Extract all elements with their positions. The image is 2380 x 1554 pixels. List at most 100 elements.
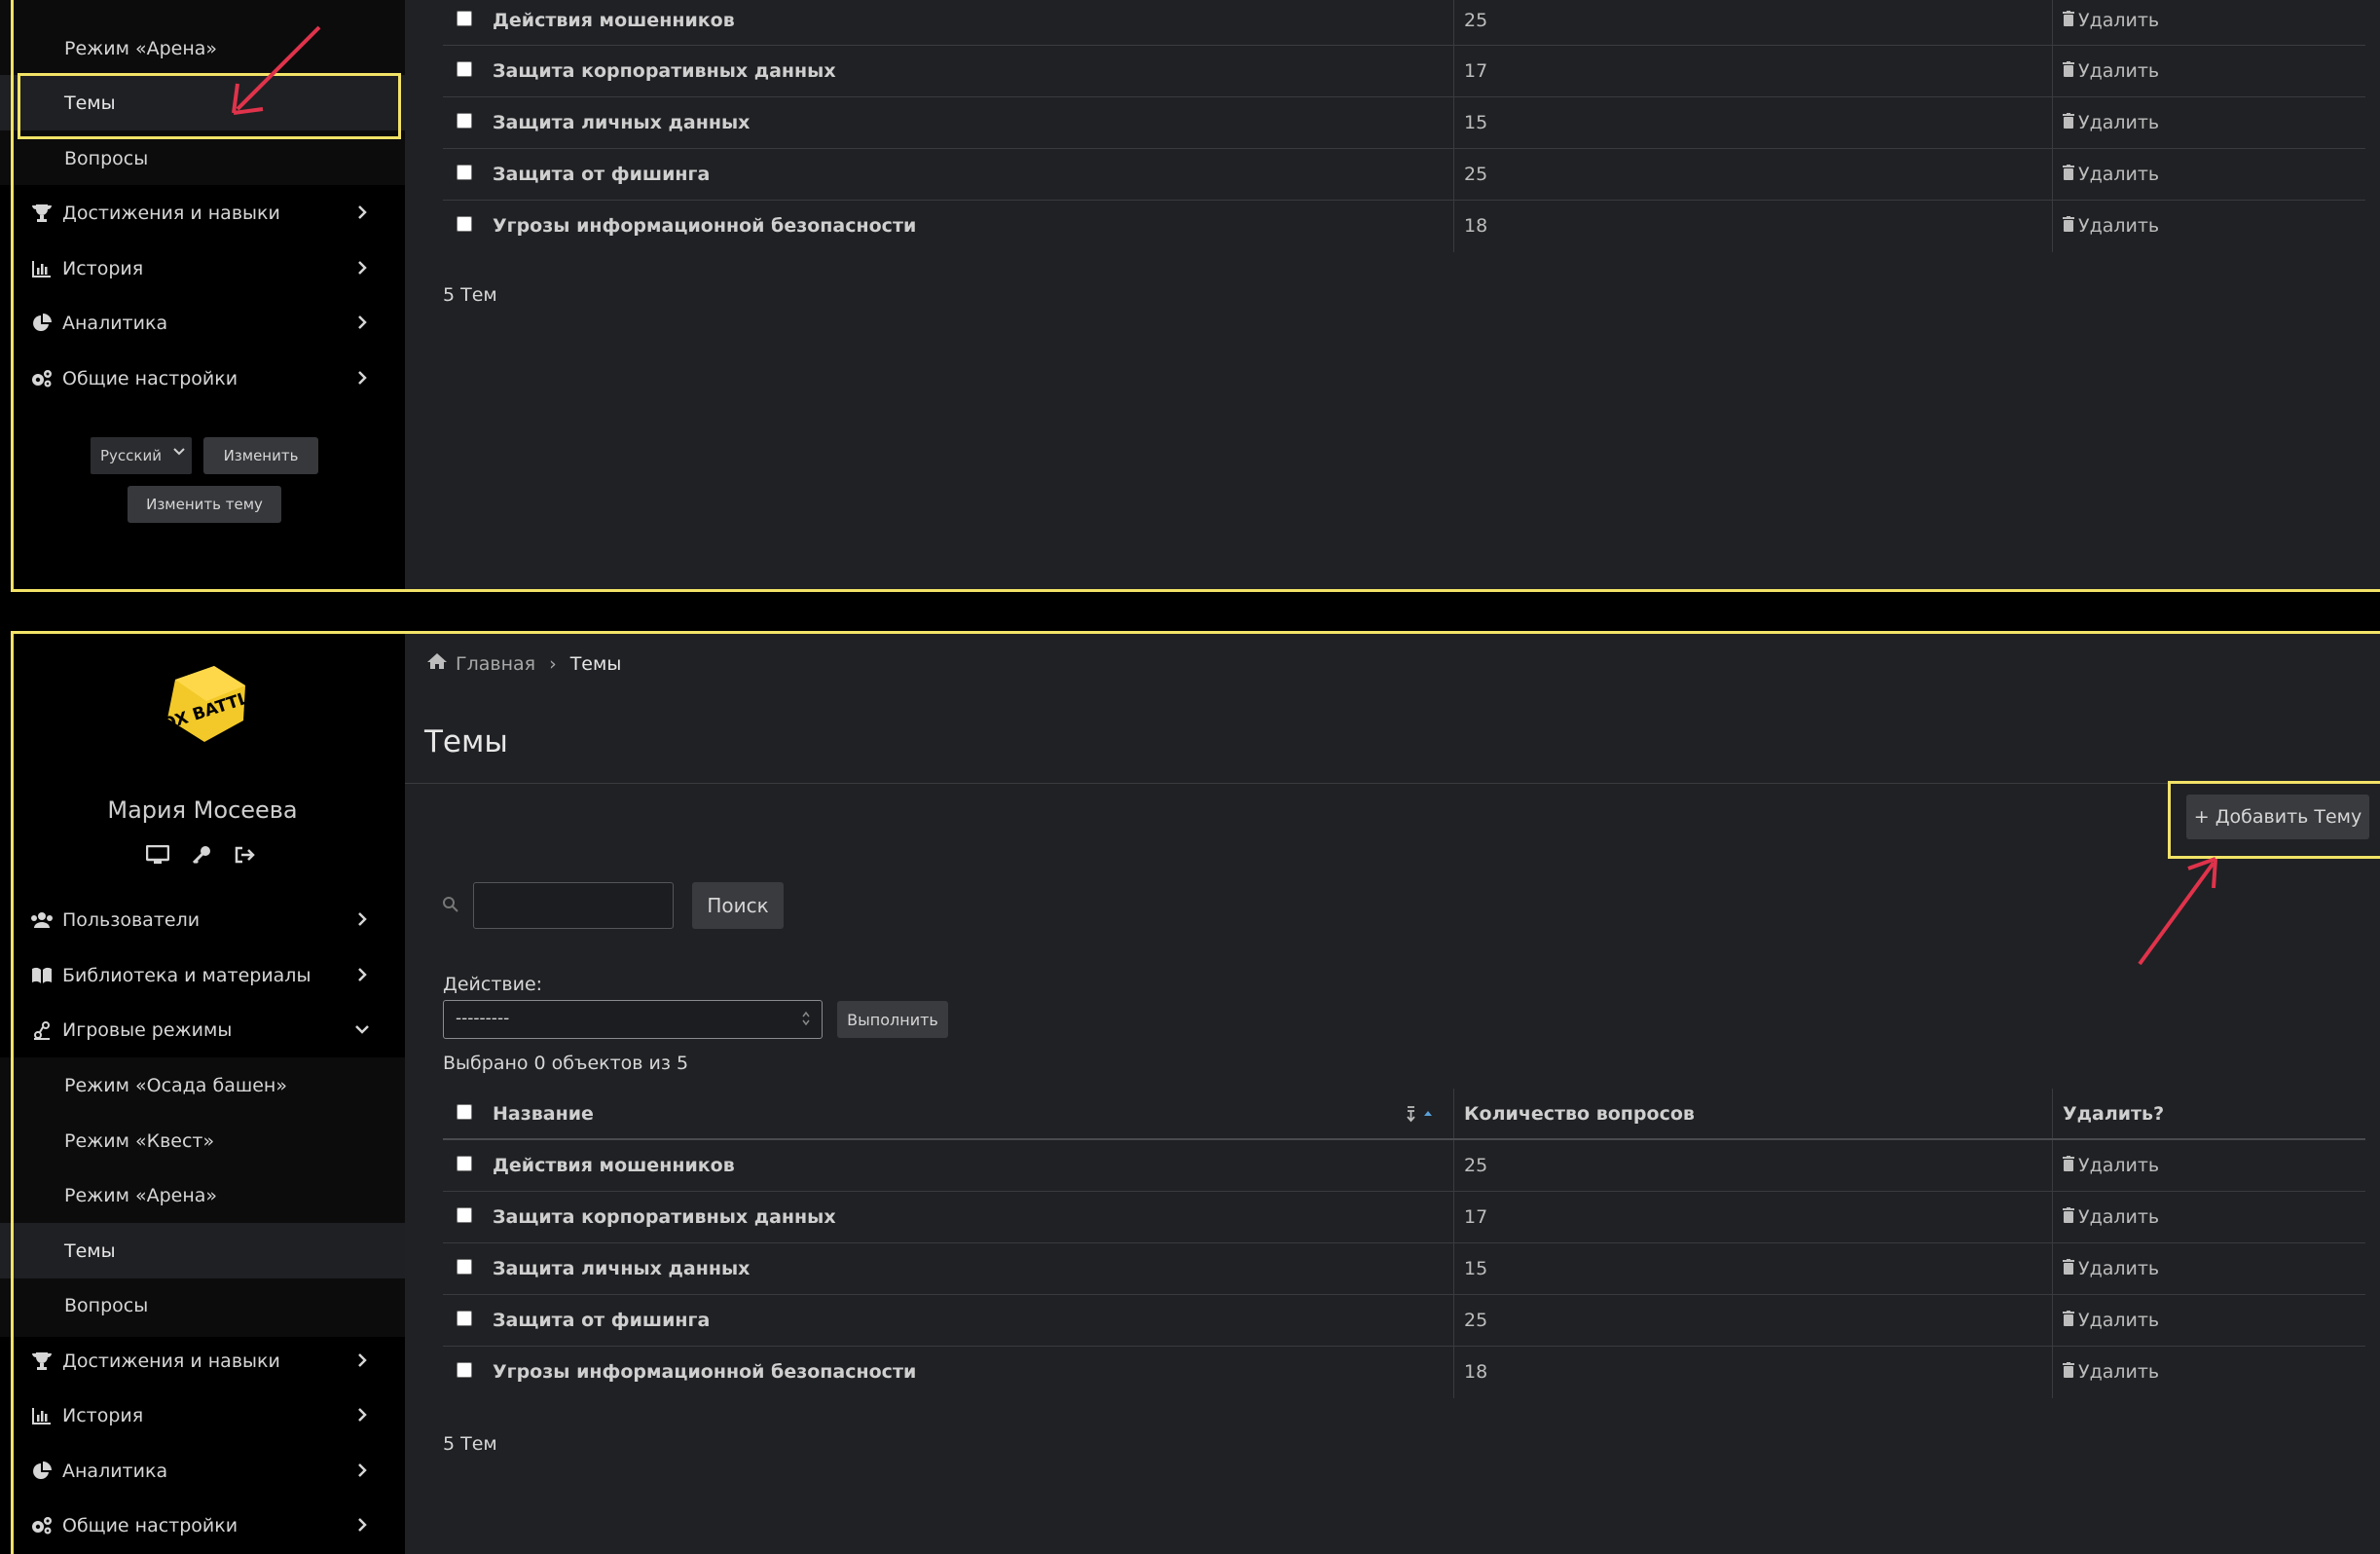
trash-icon bbox=[2063, 1310, 2074, 1331]
row-checkbox[interactable] bbox=[457, 216, 472, 232]
logo: BOX BATTLE bbox=[148, 660, 262, 748]
logout-icon[interactable] bbox=[234, 845, 255, 869]
sidebar-item-label: История bbox=[62, 257, 144, 279]
topics-table: Название Количество вопросов Удалить? Де… bbox=[443, 1089, 2365, 1398]
sidebar-item-arena[interactable]: Режим «Арена» bbox=[0, 20, 405, 76]
sidebar-item-label: Вопросы bbox=[64, 1294, 149, 1316]
row-checkbox[interactable] bbox=[457, 113, 472, 129]
row-checkbox[interactable] bbox=[457, 1156, 472, 1171]
column-header-count[interactable]: Количество вопросов bbox=[1464, 1103, 1695, 1125]
delete-label: Удалить bbox=[2078, 215, 2160, 237]
sidebar-item-label: Режим «Осада башен» bbox=[64, 1074, 287, 1096]
sidebar-item-arena[interactable]: Режим «Арена» bbox=[0, 1167, 405, 1223]
add-topic-button[interactable]: + Добавить Тему bbox=[2186, 795, 2369, 839]
row-checkbox[interactable] bbox=[457, 1259, 472, 1275]
sidebar-item-label: Пользователи bbox=[62, 908, 201, 931]
trophy-icon bbox=[27, 204, 56, 223]
key-icon[interactable] bbox=[191, 845, 212, 869]
row-name[interactable]: Защита от фишинга bbox=[493, 164, 710, 185]
search-icon bbox=[442, 896, 459, 917]
result-count: 5 Тем bbox=[443, 1433, 497, 1455]
result-count: 5 Тем bbox=[443, 284, 497, 306]
page-title: Темы bbox=[424, 724, 508, 759]
run-action-button[interactable]: Выполнить bbox=[837, 1001, 948, 1038]
table-row: Защита от фишинга 25 Удалить bbox=[443, 149, 2365, 201]
row-name[interactable]: Действия мошенников bbox=[493, 1155, 735, 1176]
delete-link[interactable]: Удалить bbox=[2063, 164, 2159, 185]
row-name[interactable]: Защита от фишинга bbox=[493, 1310, 710, 1331]
row-name[interactable]: Действия мошенников bbox=[493, 10, 735, 31]
sidebar-item-label: История bbox=[62, 1404, 144, 1426]
trash-icon bbox=[2063, 10, 2074, 31]
chevron-right-icon bbox=[350, 1403, 374, 1426]
sidebar-item-questions[interactable]: Вопросы bbox=[0, 1277, 405, 1333]
row-checkbox[interactable] bbox=[457, 1362, 472, 1378]
row-name[interactable]: Угрозы информационной безопасности bbox=[493, 1361, 916, 1383]
trash-icon bbox=[2063, 1361, 2074, 1383]
delete-label: Удалить bbox=[2078, 164, 2160, 185]
sidebar-item-users[interactable]: Пользователи bbox=[0, 892, 405, 947]
book-icon bbox=[27, 967, 56, 984]
sidebar-item-label: Достижения и навыки bbox=[62, 1350, 280, 1372]
row-checkbox[interactable] bbox=[457, 165, 472, 180]
sidebar-item-topics[interactable]: Темы bbox=[0, 75, 405, 130]
row-count: 25 bbox=[1464, 1310, 1488, 1331]
delete-label: Удалить bbox=[2078, 1361, 2160, 1383]
sidebar-item-library[interactable]: Библиотека и материалы bbox=[0, 947, 405, 1003]
sidebar-item-label: Темы bbox=[64, 92, 116, 114]
delete-link[interactable]: Удалить bbox=[2063, 10, 2159, 31]
sidebar-item-achievements[interactable]: Достижения и навыки bbox=[0, 1333, 405, 1388]
sidebar-item-quest[interactable]: Режим «Квест» bbox=[0, 1113, 405, 1168]
sidebar-item-analytics[interactable]: Аналитика bbox=[0, 1443, 405, 1498]
delete-link[interactable]: Удалить bbox=[2063, 60, 2159, 82]
delete-link[interactable]: Удалить bbox=[2063, 112, 2159, 133]
row-name[interactable]: Защита корпоративных данных bbox=[493, 1206, 836, 1228]
row-checkbox[interactable] bbox=[457, 1207, 472, 1223]
select-all-checkbox[interactable] bbox=[457, 1104, 472, 1120]
breadcrumb-home[interactable]: Главная bbox=[456, 653, 535, 675]
sidebar-item-history[interactable]: История bbox=[0, 1388, 405, 1443]
delete-link[interactable]: Удалить bbox=[2063, 215, 2159, 237]
table-row: Защита корпоративных данных 17 Удалить bbox=[443, 46, 2365, 97]
row-checkbox[interactable] bbox=[457, 11, 472, 26]
sidebar-item-settings[interactable]: Общие настройки bbox=[0, 1498, 405, 1553]
sidebar-item-history[interactable]: История bbox=[0, 240, 405, 296]
delete-link[interactable]: Удалить bbox=[2063, 1361, 2159, 1383]
sidebar-item-questions[interactable]: Вопросы bbox=[0, 130, 405, 186]
sidebar-item-topics[interactable]: Темы bbox=[0, 1223, 405, 1278]
row-name[interactable]: Угрозы информационной безопасности bbox=[493, 215, 916, 237]
trash-icon bbox=[2063, 112, 2074, 133]
change-language-button[interactable]: Изменить bbox=[203, 437, 318, 474]
monitor-icon[interactable] bbox=[145, 844, 170, 869]
table-row: Действия мошенников 25 Удалить bbox=[443, 1140, 2365, 1192]
delete-link[interactable]: Удалить bbox=[2063, 1206, 2159, 1228]
sidebar-item-achievements[interactable]: Достижения и навыки bbox=[0, 185, 405, 240]
action-select[interactable]: --------- bbox=[443, 1000, 823, 1039]
sidebar-item-settings[interactable]: Общие настройки bbox=[0, 351, 405, 406]
row-count: 18 bbox=[1464, 215, 1488, 237]
sidebar-item-analytics[interactable]: Аналитика bbox=[0, 295, 405, 351]
search-button[interactable]: Поиск bbox=[692, 882, 784, 929]
sort-icon[interactable] bbox=[1405, 1104, 1434, 1124]
chevron-right-icon bbox=[350, 963, 374, 986]
row-checkbox[interactable] bbox=[457, 1311, 472, 1326]
row-name[interactable]: Защита корпоративных данных bbox=[493, 60, 836, 82]
delete-label: Удалить bbox=[2078, 1206, 2160, 1228]
sidebar-item-tower-siege[interactable]: Режим «Осада башен» bbox=[0, 1057, 405, 1113]
sidebar-item-game-modes[interactable]: Игровые режимы bbox=[0, 1002, 405, 1057]
column-header-name[interactable]: Название bbox=[493, 1103, 594, 1125]
language-select[interactable]: Русский bbox=[91, 437, 192, 474]
delete-link[interactable]: Удалить bbox=[2063, 1258, 2159, 1279]
row-count: 25 bbox=[1464, 10, 1488, 31]
row-count: 17 bbox=[1464, 60, 1488, 82]
delete-link[interactable]: Удалить bbox=[2063, 1155, 2159, 1176]
row-name[interactable]: Защита личных данных bbox=[493, 1258, 750, 1279]
pie-chart-icon bbox=[27, 1461, 56, 1481]
row-name[interactable]: Защита личных данных bbox=[493, 112, 750, 133]
trash-icon bbox=[2063, 1258, 2074, 1279]
search-input[interactable] bbox=[473, 882, 674, 929]
delete-link[interactable]: Удалить bbox=[2063, 1310, 2159, 1331]
change-theme-button[interactable]: Изменить тему bbox=[128, 486, 281, 523]
row-checkbox[interactable] bbox=[457, 61, 472, 77]
row-count: 25 bbox=[1464, 1155, 1488, 1176]
